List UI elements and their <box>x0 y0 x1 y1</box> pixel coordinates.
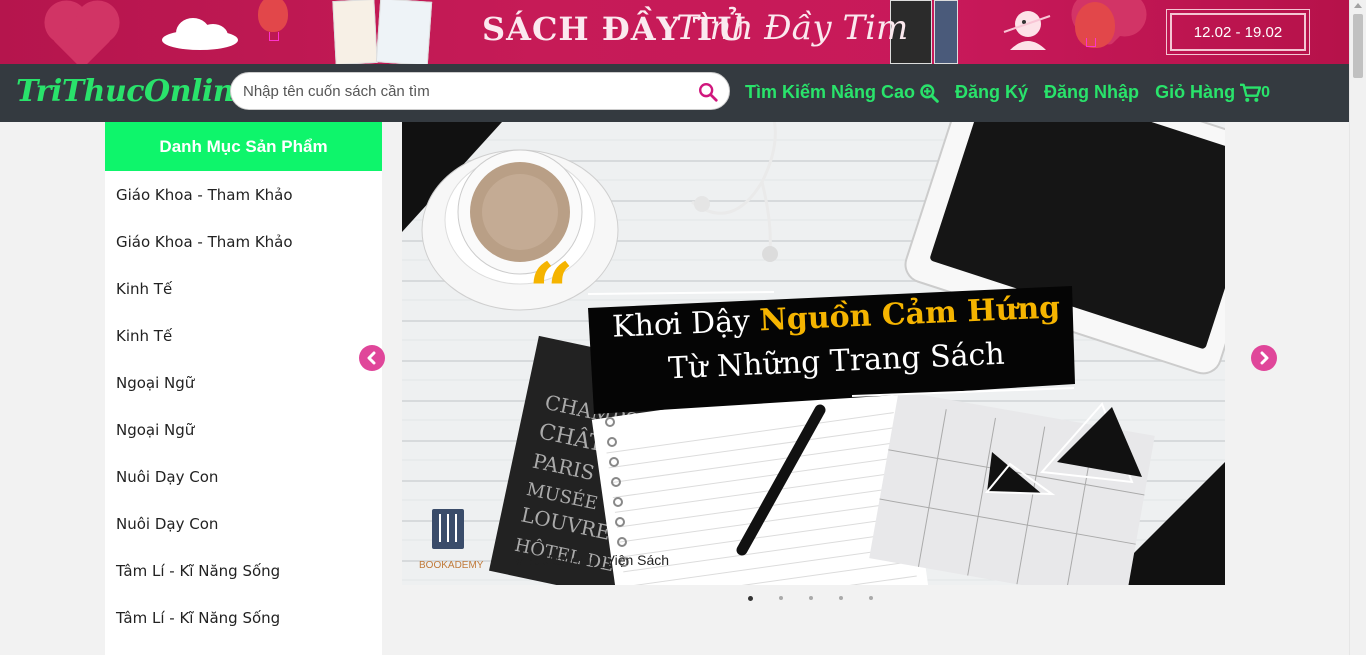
scroll-up-arrow-icon[interactable] <box>1354 3 1362 8</box>
promo-banner[interactable]: SÁCH ĐẦY TỦ Tình Đầy Tim 12.02 - 19.02 <box>0 0 1349 64</box>
heart-decoration <box>50 6 114 64</box>
promo-script-title: Tình Đầy Tim <box>676 8 909 48</box>
cupid-icon <box>1003 11 1051 50</box>
carousel-dot[interactable] <box>779 596 783 600</box>
register-link[interactable]: Đăng Ký <box>955 82 1028 103</box>
category-item[interactable]: Ngoại Ngữ <box>105 359 382 406</box>
slide-brand-label: BOOKADEMY <box>419 560 484 571</box>
category-item[interactable]: Kinh Tế <box>105 312 382 359</box>
cloud-decoration <box>162 18 238 50</box>
category-item[interactable]: Nuôi Dạy Con <box>105 453 382 500</box>
category-item[interactable]: Giáo Khoa - Tham Khảo <box>105 171 382 218</box>
book-cover-image <box>332 0 378 64</box>
balloon-decoration <box>1075 2 1115 48</box>
promo-date-badge: 12.02 - 19.02 <box>1166 9 1310 55</box>
login-link[interactable]: Đăng Nhập <box>1044 82 1139 103</box>
category-sidebar: Danh Mục Sản Phẩm Giáo Khoa - Tham Khảo … <box>105 122 382 655</box>
category-item[interactable]: Kinh Tế <box>105 265 382 312</box>
advanced-search-label: Tìm Kiếm Nâng Cao <box>745 82 916 102</box>
zoom-in-icon <box>920 83 939 103</box>
category-item[interactable]: Nuôi Dạy Con <box>105 500 382 547</box>
carousel-dot[interactable] <box>809 596 813 600</box>
category-item[interactable]: Ngoại Ngữ <box>105 406 382 453</box>
cart-label: Giỏ Hàng <box>1155 82 1236 102</box>
slide-hashtag: #Bookademy_Viện Sách <box>516 552 670 568</box>
search-bar <box>230 72 730 110</box>
carousel-prev-button[interactable] <box>359 345 385 371</box>
book-cover-image <box>375 0 433 64</box>
nav-links: Tìm Kiếm Nâng Cao Đăng Ký Đăng Nhập Giỏ … <box>745 82 1270 103</box>
category-item[interactable]: Tâm Lí - Kĩ Năng Sống <box>105 547 382 594</box>
carousel-indicators <box>748 596 873 601</box>
site-logo[interactable]: TriThucOnline <box>16 74 253 109</box>
carousel-dot[interactable] <box>748 596 753 601</box>
category-item[interactable]: Tâm Lí - Kĩ Năng Sống <box>105 594 382 641</box>
chevron-left-icon <box>367 351 376 365</box>
carousel-next-button[interactable] <box>1251 345 1277 371</box>
slide-headline-prefix: Khơi Dậy <box>611 303 751 345</box>
carousel-dot[interactable] <box>839 596 843 600</box>
search-icon[interactable] <box>697 81 719 103</box>
bookademy-logo-icon <box>432 509 464 549</box>
balloon-decoration <box>258 0 288 41</box>
cart-link[interactable]: Giỏ Hàng 0 <box>1155 82 1270 103</box>
sidebar-title: Danh Mục Sản Phẩm <box>105 122 382 171</box>
chevron-right-icon <box>1260 351 1269 365</box>
category-list: Giáo Khoa - Tham Khảo Giáo Khoa - Tham K… <box>105 171 382 641</box>
top-navbar: TriThucOnline Tìm Kiếm Nâng Cao Đăng Ký … <box>0 64 1349 122</box>
category-item[interactable]: Giáo Khoa - Tham Khảo <box>105 218 382 265</box>
carousel-dot[interactable] <box>869 596 873 600</box>
advanced-search-link[interactable]: Tìm Kiếm Nâng Cao <box>745 82 939 103</box>
scrollbar-thumb[interactable] <box>1353 14 1363 78</box>
cart-count: 0 <box>1261 83 1270 101</box>
quote-mark-icon: “ <box>528 245 574 339</box>
page-scrollbar[interactable] <box>1349 0 1366 655</box>
book-cover-image <box>934 0 958 64</box>
shopping-cart-icon <box>1240 83 1262 102</box>
carousel-slide[interactable]: CHAMPS CHÂTEAU PARIS MUSÉE LOUVRE HÔTEL … <box>402 122 1225 585</box>
search-input[interactable] <box>243 73 683 109</box>
